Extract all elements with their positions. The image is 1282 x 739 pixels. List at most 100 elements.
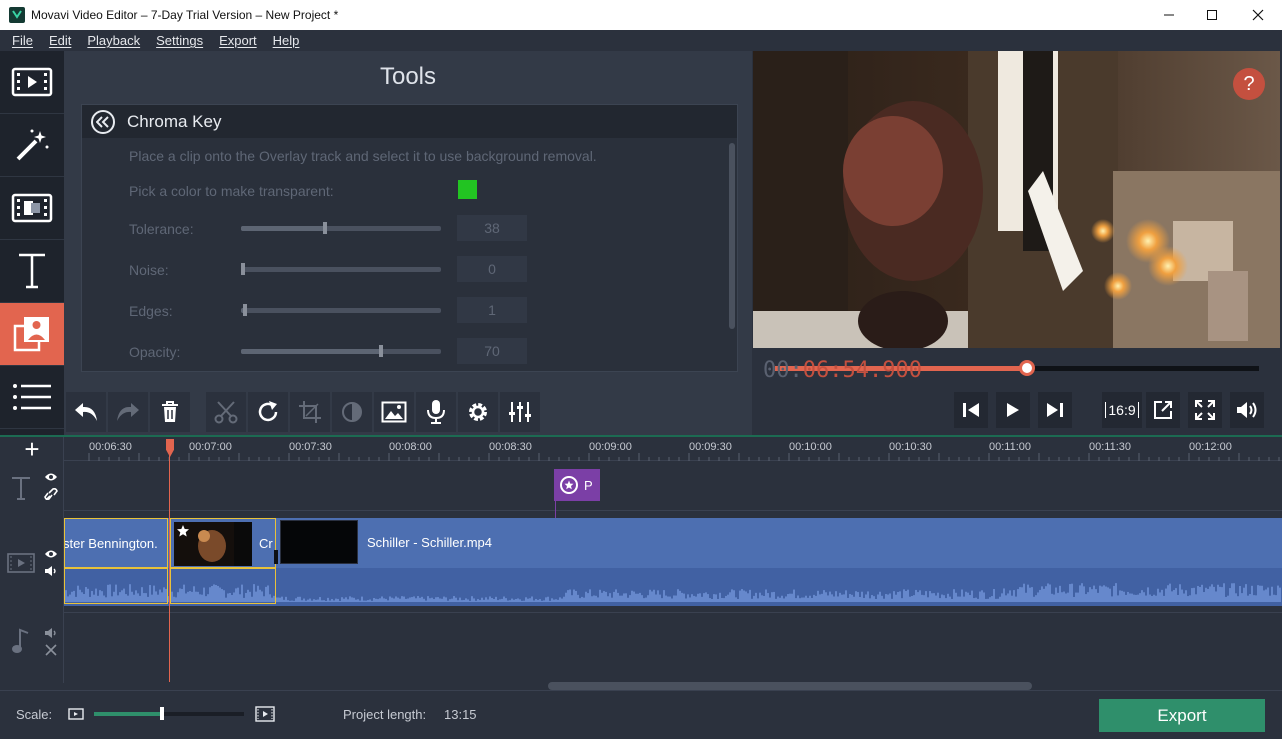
undo-button[interactable]	[66, 392, 106, 432]
param-slider[interactable]	[241, 263, 441, 275]
video-track-visibility-toggle[interactable]	[44, 549, 58, 559]
video-track: ster Bennington. Cr Schiller - Schiller.…	[64, 518, 1282, 568]
param-slider-handle[interactable]	[243, 304, 247, 316]
crop-icon	[299, 401, 321, 423]
param-slider[interactable]	[241, 222, 441, 234]
param-slider-handle[interactable]	[379, 345, 383, 357]
cut-icon	[214, 401, 238, 424]
rotate-button[interactable]	[248, 392, 288, 432]
add-track-button[interactable]: +	[0, 434, 64, 464]
param-value-field[interactable]: 70	[457, 338, 527, 364]
menu-help[interactable]: Help	[265, 33, 308, 48]
sidebar-filters-button[interactable]	[0, 114, 64, 177]
color-adjust-icon	[342, 402, 362, 422]
title-bar: Movavi Video Editor – 7-Day Trial Versio…	[0, 0, 1282, 30]
link-icon	[44, 488, 58, 500]
crop-button[interactable]	[290, 392, 330, 432]
maximize-button[interactable]	[1189, 0, 1235, 30]
timeline-scrollbar[interactable]	[548, 682, 1032, 690]
volume-button[interactable]	[1230, 392, 1264, 428]
text-track-icon	[10, 475, 32, 501]
scale-slider-fill	[94, 712, 162, 716]
playhead-line	[169, 439, 170, 682]
menu-edit[interactable]: Edit	[41, 33, 79, 48]
video-clip-2[interactable]: Cr	[170, 518, 276, 568]
aspect-ratio-button[interactable]: 16:9	[1102, 392, 1142, 428]
param-slider-handle[interactable]	[241, 263, 245, 275]
text-track-link-toggle[interactable]	[44, 488, 58, 500]
video-track-icon	[7, 553, 35, 573]
param-slider[interactable]	[241, 345, 441, 357]
text-track-visibility-toggle[interactable]	[44, 472, 58, 482]
param-slider[interactable]	[241, 304, 441, 316]
sidebar-more-button[interactable]	[0, 366, 64, 429]
menu-playback[interactable]: Playback	[79, 33, 148, 48]
menu-settings[interactable]: Settings	[148, 33, 211, 48]
image-overlay-button[interactable]	[374, 392, 414, 432]
audio-track-unlink-toggle[interactable]	[44, 643, 58, 657]
param-label: Noise:	[129, 262, 169, 278]
record-voice-button[interactable]	[416, 392, 456, 432]
zoom-out-icon[interactable]	[68, 708, 84, 720]
equalizer-button[interactable]	[500, 392, 540, 432]
tools-sidebar	[0, 51, 64, 435]
video-clip-2-thumbnail	[174, 522, 252, 566]
clip-properties-button[interactable]	[458, 392, 498, 432]
equalizer-icon	[509, 402, 531, 422]
title-clip-label: P	[584, 478, 593, 493]
video-track-mute-toggle[interactable]	[44, 565, 58, 577]
tools-title: Tools	[379, 63, 437, 90]
video-clip-3-label: Schiller - Schiller.mp4	[367, 535, 492, 550]
export-button[interactable]: Export	[1099, 699, 1265, 732]
eye-icon	[45, 473, 57, 481]
audio-clip-2[interactable]	[170, 568, 276, 604]
playback-progress-handle[interactable]	[1018, 360, 1035, 376]
tools-panel: Tools Chroma Key Place a clip onto the O…	[64, 51, 752, 389]
ruler-tick-label: 00:10:00	[789, 441, 832, 453]
back-button[interactable]	[91, 110, 115, 134]
param-slider-handle[interactable]	[323, 222, 327, 234]
audio-clip-1[interactable]	[64, 568, 168, 604]
play-button[interactable]	[996, 392, 1030, 428]
color-adjust-button[interactable]	[332, 392, 372, 432]
double-chevron-left-icon	[96, 116, 109, 128]
zoom-in-icon[interactable]	[255, 706, 275, 722]
scale-slider-handle[interactable]	[159, 707, 164, 720]
video-clip-1[interactable]: ster Bennington.	[64, 518, 168, 568]
menu-file[interactable]: File	[4, 33, 41, 48]
clip-favorite-star-icon	[176, 524, 190, 538]
color-picker-swatch[interactable]	[458, 180, 477, 199]
sidebar-transitions-button[interactable]	[0, 177, 64, 240]
close-button[interactable]	[1235, 0, 1281, 30]
audio-track-mute-toggle[interactable]	[44, 627, 58, 639]
title-clip[interactable]: P	[554, 469, 600, 501]
sidebar-import-button[interactable]	[0, 51, 64, 114]
param-label: Edges:	[129, 303, 173, 319]
menu-export[interactable]: Export	[211, 33, 265, 48]
param-value-field[interactable]: 0	[457, 256, 527, 282]
image-icon	[381, 401, 407, 423]
help-button[interactable]: ?	[1233, 68, 1265, 100]
ruler-tick-label: 00:08:30	[489, 441, 532, 453]
sidebar-chroma-key-button[interactable]	[0, 303, 64, 366]
previous-frame-button[interactable]	[954, 392, 988, 428]
redo-button[interactable]	[108, 392, 148, 432]
next-frame-button[interactable]	[1038, 392, 1072, 428]
fullscreen-button[interactable]	[1188, 392, 1222, 428]
timeline-ruler[interactable]: 00:06:30 00:07:00 00:07:30 00:08:00 00:08:30…	[64, 437, 1282, 461]
project-length-value: 13:15	[444, 707, 477, 722]
sidebar-titles-button[interactable]	[0, 240, 64, 303]
param-value-field[interactable]: 1	[457, 297, 527, 323]
title-clip-anchor	[555, 501, 556, 518]
clip-trim-handle[interactable]	[274, 550, 278, 564]
video-frame-image	[753, 51, 1280, 348]
delete-button[interactable]	[150, 392, 190, 432]
param-value-field[interactable]: 38	[457, 215, 527, 241]
cut-button[interactable]	[206, 392, 246, 432]
aspect-ratio-label: 16:9	[1105, 402, 1139, 418]
chroma-key-hint: Place a clip onto the Overlay track and …	[129, 148, 597, 164]
chroma-key-icon	[13, 317, 49, 352]
detach-player-button[interactable]	[1146, 392, 1180, 428]
minimize-button[interactable]	[1146, 0, 1192, 30]
panel-scrollbar[interactable]	[729, 143, 735, 329]
